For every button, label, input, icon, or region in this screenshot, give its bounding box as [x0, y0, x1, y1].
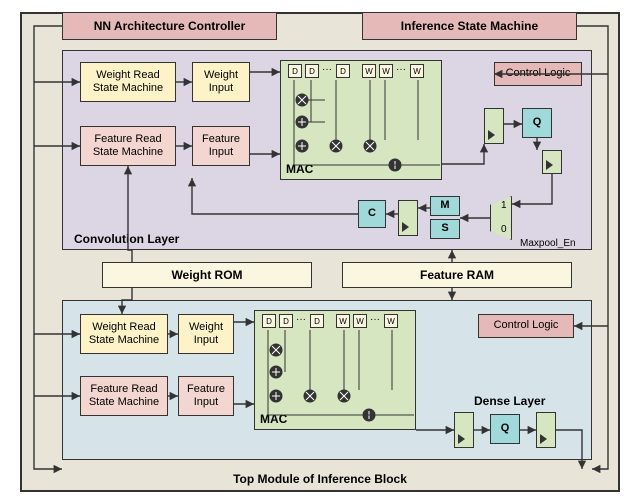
conv-s-text: S [441, 222, 448, 235]
conv-q-block: Q [522, 108, 552, 138]
conv-mac-graph-icon [280, 60, 442, 180]
dense-finp-text: Feature Input [187, 383, 225, 409]
conv-frsm-text: Feature Read State Machine [93, 133, 163, 159]
dense-reg2 [536, 412, 556, 448]
conv-c-text: C [368, 207, 376, 220]
mux-0-label: 0 [501, 224, 507, 235]
dense-feature-input: Feature Input [178, 376, 234, 416]
conv-s-block: S [430, 219, 460, 239]
fram-text: Feature RAM [420, 268, 494, 282]
conv-reg3 [398, 200, 418, 236]
diagram-title-text: Top Module of Inference Block [233, 472, 407, 486]
conv-q-text: Q [533, 116, 542, 129]
dense-q-text: Q [501, 422, 510, 435]
ism-label: Inference State Machine [401, 19, 538, 33]
conv-ctrl-text: Control Logic [506, 67, 571, 80]
conv-layer-title: Convolution Layer [74, 232, 179, 246]
nn-arch-controller-block: NN Architecture Controller [62, 12, 277, 40]
feature-ram-block: Feature RAM [342, 262, 572, 288]
nn-arch-label: NN Architecture Controller [94, 19, 246, 33]
mux-1-label: 1 [501, 200, 507, 211]
dense-weight-input: Weight Input [178, 314, 234, 354]
diagram-title: Top Module of Inference Block [22, 472, 618, 486]
dense-winp-text: Weight Input [189, 321, 223, 347]
dense-ctrl-text: Control Logic [494, 319, 559, 332]
conv-m-block: M [430, 196, 460, 216]
dense-mac-graph-icon [254, 310, 416, 430]
conv-c-block: C [358, 200, 386, 228]
dense-reg1 [454, 412, 474, 448]
dense-layer-title: Dense Layer [474, 394, 545, 408]
dense-frsm-text: Feature Read State Machine [89, 383, 159, 409]
conv-weight-input: Weight Input [192, 62, 250, 102]
weight-rom-block: Weight ROM [102, 262, 312, 288]
dense-weight-read-sm: Weight Read State Machine [80, 314, 168, 354]
dense-feature-read-sm: Feature Read State Machine [80, 376, 168, 416]
dense-wrsm-text: Weight Read State Machine [89, 321, 159, 347]
dense-control-logic: Control Logic [478, 314, 574, 338]
maxpool-en-label: Maxpool_En [520, 238, 576, 249]
inference-state-machine-block: Inference State Machine [362, 12, 577, 40]
conv-control-logic: Control Logic [494, 62, 582, 86]
conv-finp-text: Feature Input [202, 133, 240, 159]
conv-m-text: M [440, 199, 449, 212]
conv-feature-read-sm: Feature Read State Machine [80, 126, 176, 166]
wrom-text: Weight ROM [171, 268, 242, 282]
top-module-frame: NN Architecture Controller Inference Sta… [20, 12, 620, 492]
conv-reg2 [542, 150, 562, 174]
conv-reg1 [484, 108, 504, 144]
dense-q-block: Q [490, 414, 520, 444]
conv-wrsm-text: Weight Read State Machine [93, 69, 163, 95]
conv-weight-read-sm: Weight Read State Machine [80, 62, 176, 102]
conv-feature-input: Feature Input [192, 126, 250, 166]
conv-winp-text: Weight Input [204, 69, 238, 95]
